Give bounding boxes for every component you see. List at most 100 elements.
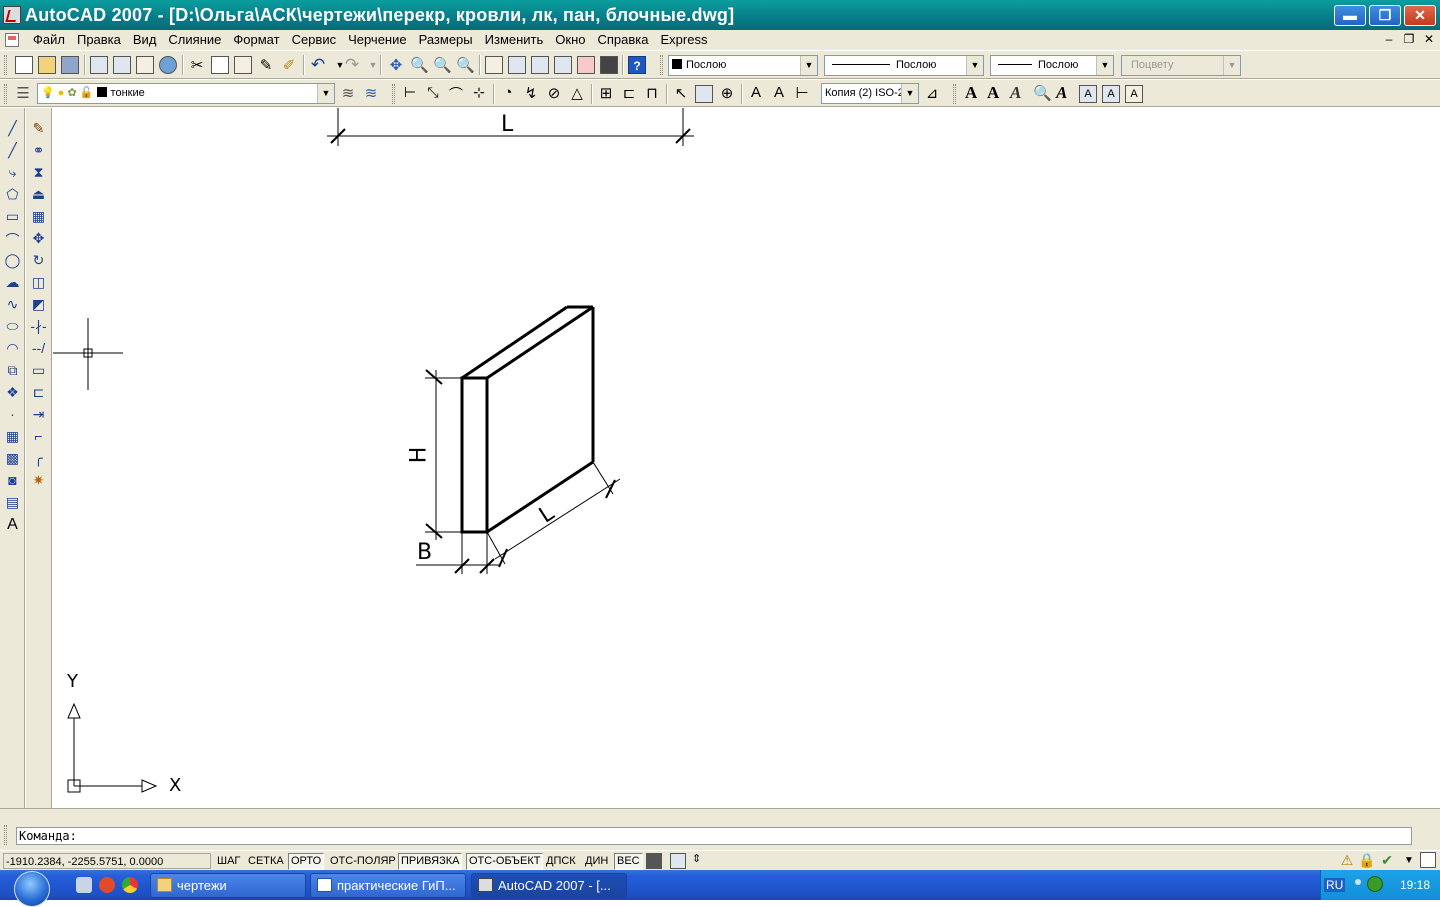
break-at-point-icon[interactable]: ▭ bbox=[30, 362, 47, 379]
language-indicator[interactable]: RU bbox=[1324, 878, 1346, 892]
region-icon[interactable]: ◙ bbox=[4, 472, 21, 489]
join-icon[interactable]: ⇥ bbox=[30, 406, 47, 423]
center-mark-icon[interactable]: ⊕ bbox=[718, 84, 736, 102]
menu-express[interactable]: Express bbox=[655, 30, 714, 50]
coordinates-display[interactable]: -1910.2384, -2255.5751, 0.0000 bbox=[3, 853, 211, 869]
fillet-icon[interactable]: ╭ bbox=[30, 450, 47, 467]
scroll-arrows-icon[interactable]: ⇕ bbox=[692, 852, 702, 870]
lineweight-control-dropdown[interactable]: Послою ▼ bbox=[990, 55, 1114, 76]
linetype-control-dropdown[interactable]: Послою ▼ bbox=[824, 55, 984, 76]
linear-dimension-icon[interactable]: ⊢ bbox=[401, 84, 419, 102]
close-button[interactable]: ✕ bbox=[1404, 5, 1436, 26]
radius-dimension-icon[interactable]: ◔ bbox=[499, 84, 517, 102]
scale-text-icon[interactable]: A bbox=[1102, 85, 1120, 103]
command-window-grip[interactable] bbox=[4, 825, 7, 845]
chevron-down-icon[interactable]: ▼ bbox=[800, 56, 817, 75]
layer-viewport-icon[interactable]: ✿ bbox=[67, 87, 76, 99]
color-control-dropdown[interactable]: Послою ▼ bbox=[668, 55, 818, 76]
markup-manager-icon[interactable] bbox=[577, 56, 595, 74]
menu-tools[interactable]: Сервис bbox=[286, 30, 343, 50]
quick-dimension-icon[interactable]: ⊞ bbox=[597, 84, 615, 102]
baseline-dimension-icon[interactable]: ⊏ bbox=[620, 84, 638, 102]
drawing-area[interactable]: L H L B Y X bbox=[53, 108, 1440, 808]
jogged-dimension-icon[interactable]: ↯ bbox=[522, 84, 540, 102]
tray-dot-icon[interactable] bbox=[1355, 879, 1361, 885]
ellipse-icon[interactable]: ⬭ bbox=[4, 318, 21, 335]
open-icon[interactable] bbox=[38, 56, 56, 74]
taskbar-item-folder[interactable]: чертежи bbox=[150, 873, 306, 898]
chevron-down-icon[interactable]: ▼ bbox=[317, 84, 334, 103]
chamfer-icon[interactable]: ⌐ bbox=[30, 428, 47, 445]
copy-object-icon[interactable]: ⚭ bbox=[30, 142, 47, 159]
menu-modify[interactable]: Изменить bbox=[479, 30, 550, 50]
explode-icon[interactable]: ✷ bbox=[30, 472, 47, 489]
start-button[interactable] bbox=[14, 871, 50, 907]
doc-restore-button[interactable]: ❐ bbox=[1402, 32, 1416, 46]
layer-thaw-icon[interactable]: ● bbox=[58, 87, 65, 99]
circle-icon[interactable]: ◯ bbox=[4, 252, 21, 269]
dimension-text-edit-icon[interactable]: A bbox=[770, 84, 788, 102]
insert-block-icon[interactable]: ⧉ bbox=[4, 362, 21, 379]
autocad-app-icon[interactable] bbox=[3, 6, 21, 24]
lock-toolbars-icon[interactable]: 🔒 bbox=[1358, 852, 1376, 870]
menu-window[interactable]: Окно bbox=[549, 30, 591, 50]
dimension-edit-icon[interactable]: A bbox=[747, 84, 765, 102]
polygon-icon[interactable]: ⬠ bbox=[4, 186, 21, 203]
show-desktop-icon[interactable] bbox=[76, 877, 92, 893]
dimension-style-icon[interactable]: ⊿ bbox=[923, 84, 941, 102]
make-block-icon[interactable]: ❖ bbox=[4, 384, 21, 401]
menu-view[interactable]: Вид bbox=[127, 30, 163, 50]
layer-manager-icon[interactable]: ☰ bbox=[14, 84, 32, 102]
stretch-icon[interactable]: ◩ bbox=[30, 296, 47, 313]
status-tray-icon[interactable]: ✔ bbox=[1378, 852, 1396, 870]
chevron-down-icon[interactable]: ▼ bbox=[966, 56, 983, 75]
restore-button[interactable]: ❐ bbox=[1369, 5, 1401, 26]
document-icon[interactable] bbox=[5, 33, 19, 47]
clock[interactable]: 19:18 bbox=[1400, 878, 1430, 892]
block-editor-icon[interactable]: ✐ bbox=[280, 56, 298, 74]
revision-cloud-icon[interactable]: ☁ bbox=[4, 274, 21, 291]
ordinate-dimension-icon[interactable]: ⊹ bbox=[470, 84, 488, 102]
rotate-icon[interactable]: ↻ bbox=[30, 252, 47, 269]
gradient-icon[interactable]: ▩ bbox=[4, 450, 21, 467]
polar-toggle[interactable]: ОТС-ПОЛЯР bbox=[327, 853, 399, 870]
communication-center-icon[interactable]: ⚠ bbox=[1338, 852, 1356, 870]
taskbar-item-word[interactable]: практические ГиП... bbox=[310, 873, 466, 898]
plot-icon[interactable] bbox=[90, 56, 108, 74]
multiline-text-icon[interactable]: A bbox=[4, 516, 21, 533]
layer-lock-icon[interactable]: 🔓 bbox=[80, 87, 94, 99]
table-icon[interactable]: ▤ bbox=[4, 494, 21, 511]
status-menu-icon[interactable]: ▼ bbox=[1400, 852, 1418, 870]
ellipse-arc-icon[interactable]: ◠ bbox=[4, 340, 21, 357]
construction-line-icon[interactable]: ╱ bbox=[4, 142, 21, 159]
chevron-down-icon[interactable]: ▼ bbox=[1096, 56, 1113, 75]
menu-dimension[interactable]: Размеры bbox=[413, 30, 479, 50]
edit-text-icon[interactable]: A bbox=[1010, 83, 1021, 103]
toolbar-grip[interactable] bbox=[660, 55, 663, 75]
polyline-icon[interactable]: ⤷ bbox=[4, 164, 21, 181]
arc-length-icon[interactable]: ⌒ bbox=[447, 84, 465, 102]
zoom-realtime-icon[interactable]: 🔍 bbox=[410, 56, 429, 74]
toolbar-grip[interactable] bbox=[392, 84, 395, 104]
single-line-text-icon[interactable]: A bbox=[987, 83, 999, 103]
make-object-layer-current-icon[interactable]: ≋ bbox=[339, 84, 357, 102]
opera-browser-icon[interactable] bbox=[99, 877, 115, 893]
drawing-svg[interactable] bbox=[53, 108, 1440, 808]
array-icon[interactable]: ▦ bbox=[30, 208, 47, 225]
point-icon[interactable]: · bbox=[4, 406, 21, 423]
layer-on-icon[interactable]: 💡 bbox=[41, 87, 55, 99]
spline-icon[interactable]: ∿ bbox=[4, 296, 21, 313]
toolbar-grip[interactable] bbox=[953, 84, 956, 104]
erase-icon[interactable]: ✎ bbox=[30, 120, 47, 137]
arc-icon[interactable]: ⌒ bbox=[4, 230, 21, 248]
scale-icon[interactable]: ◫ bbox=[30, 274, 47, 291]
undo-icon[interactable]: ↶ bbox=[309, 55, 327, 74]
osnap-toggle[interactable]: ПРИВЯЗКА bbox=[398, 853, 463, 870]
chevron-down-icon[interactable]: ▼ bbox=[901, 84, 918, 103]
chrome-browser-icon[interactable] bbox=[122, 877, 138, 893]
help-icon[interactable]: ? bbox=[628, 56, 646, 74]
quick-calc-icon[interactable] bbox=[600, 56, 618, 74]
doc-minimize-button[interactable]: – bbox=[1382, 32, 1396, 46]
doc-close-button[interactable]: ✕ bbox=[1422, 32, 1436, 46]
toolbar-grip[interactable] bbox=[4, 55, 7, 75]
